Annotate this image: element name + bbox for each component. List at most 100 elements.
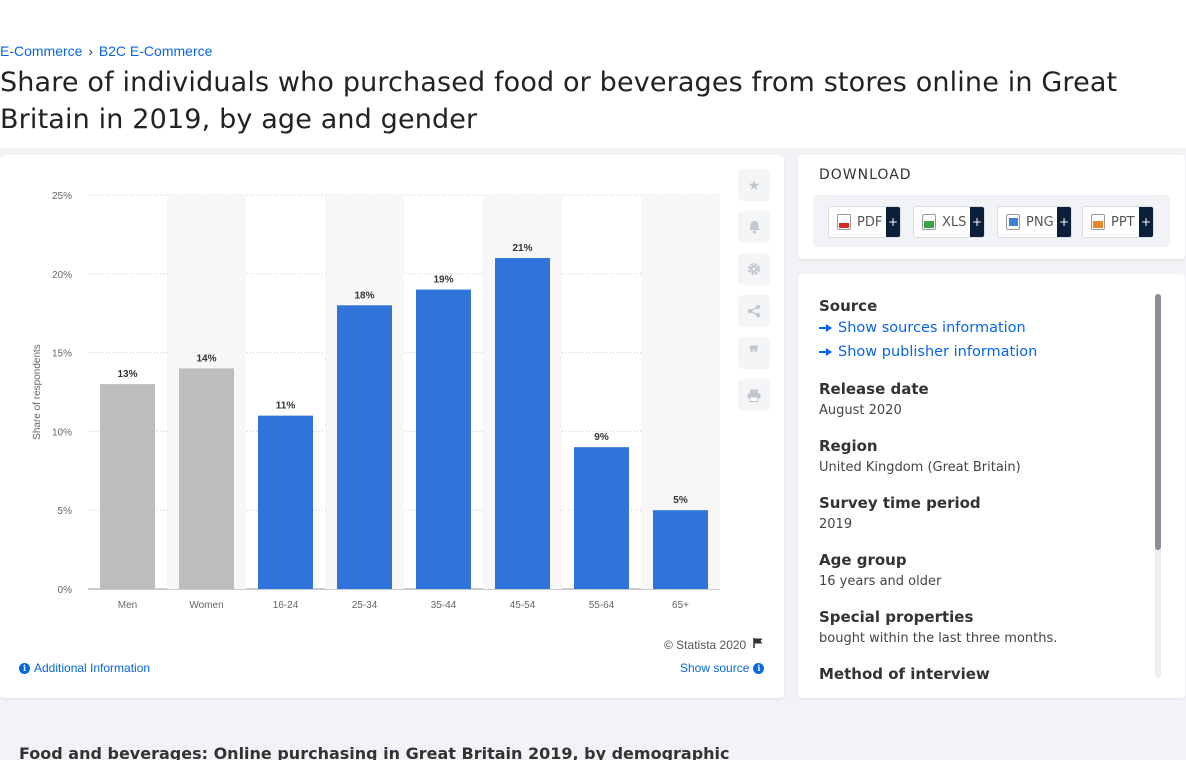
y-axis-label: Share of respondents xyxy=(32,344,43,440)
data-label: 18% xyxy=(354,290,374,301)
y-tick-label: 25% xyxy=(52,191,72,202)
data-label: 9% xyxy=(594,432,609,443)
download-pdf-button[interactable]: PDF + xyxy=(828,206,901,238)
download-title: DOWNLOAD xyxy=(819,167,912,183)
share-icon xyxy=(747,304,761,318)
copyright: © Statista 2020 xyxy=(664,637,764,652)
additional-information-link[interactable]: i Additional Information xyxy=(19,661,150,675)
y-tick-label: 5% xyxy=(58,506,73,517)
special-properties-value: bought within the last three months. xyxy=(819,631,1058,646)
method-label: Method of interview xyxy=(819,665,990,683)
bar-65-[interactable] xyxy=(653,510,708,589)
method-block: Method of interview xyxy=(819,664,1149,684)
special-properties-label: Special properties xyxy=(819,608,974,626)
arrow-right-icon xyxy=(819,323,833,333)
show-sources-link[interactable]: Show sources information xyxy=(819,316,1149,340)
region-value: United Kingdom (Great Britain) xyxy=(819,460,1021,475)
age-group-value: 16 years and older xyxy=(819,574,942,589)
ppt-plus-icon: + xyxy=(1139,207,1153,237)
show-sources-label: Show sources information xyxy=(838,320,1026,336)
pdf-file-icon xyxy=(837,214,851,230)
survey-period-value: 2019 xyxy=(819,517,853,532)
bar-55-64[interactable] xyxy=(574,447,629,589)
breadcrumb-separator: › xyxy=(88,43,93,59)
data-label: 14% xyxy=(196,353,216,364)
download-card: DOWNLOAD PDF + XLS + PNG + PPT + xyxy=(798,155,1185,259)
download-buttons: PDF + XLS + PNG + PPT + xyxy=(813,195,1170,247)
share-button[interactable] xyxy=(738,295,770,327)
quote-icon: ❞ xyxy=(749,343,759,363)
download-xls-button[interactable]: XLS + xyxy=(913,206,985,238)
release-date-label: Release date xyxy=(819,380,929,398)
additional-information-label: Additional Information xyxy=(34,661,151,675)
region-label: Region xyxy=(819,437,878,455)
settings-button[interactable] xyxy=(738,253,770,285)
bell-icon xyxy=(748,221,760,234)
x-tick-label: 65+ xyxy=(672,600,689,611)
data-label: 19% xyxy=(433,275,453,286)
breadcrumb-ecommerce[interactable]: E-Commerce xyxy=(0,43,82,59)
bar-45-54[interactable] xyxy=(495,258,550,589)
png-plus-icon: + xyxy=(1057,207,1071,237)
flag-icon[interactable] xyxy=(752,637,764,652)
show-source-link[interactable]: Show source i xyxy=(680,661,765,675)
breadcrumb-b2c-ecommerce[interactable]: B2C E-Commerce xyxy=(99,43,213,59)
y-tick-label: 0% xyxy=(58,585,73,596)
age-group-block: Age group 16 years and older xyxy=(819,550,1149,592)
x-tick-label: 25-34 xyxy=(352,600,378,611)
xls-label: XLS xyxy=(942,214,967,230)
info-icon: i xyxy=(19,662,30,674)
star-icon: ★ xyxy=(747,176,761,193)
y-tick-label: 10% xyxy=(52,427,72,438)
print-icon xyxy=(747,389,761,402)
ppt-file-icon xyxy=(1091,214,1105,230)
survey-period-label: Survey time period xyxy=(819,494,981,512)
favorite-button[interactable]: ★ xyxy=(738,169,770,201)
bar-chart: 0% 5% 10% 15% 20% 25% 13% Men 14% Women 11% 16-24 18… xyxy=(32,191,720,611)
data-label: 21% xyxy=(512,243,532,254)
png-file-icon xyxy=(1006,214,1020,230)
bar-35-44[interactable] xyxy=(416,289,471,589)
x-tick-label: 35-44 xyxy=(431,600,457,611)
breadcrumb: E-Commerce › B2C E-Commerce xyxy=(0,43,212,59)
bar-25-34[interactable] xyxy=(337,305,392,589)
chart-card: 0% 5% 10% 15% 20% 25% 13% Men 14% Women 11% 16-24 18… xyxy=(0,155,784,698)
ppt-label: PPT xyxy=(1111,214,1135,230)
y-tick-label: 20% xyxy=(52,270,72,281)
region-block: Region United Kingdom (Great Britain) xyxy=(819,436,1149,478)
xls-file-icon xyxy=(922,214,936,230)
release-date-block: Release date August 2020 xyxy=(819,379,1149,421)
show-publisher-link[interactable]: Show publisher information xyxy=(819,340,1149,364)
gear-icon xyxy=(748,263,760,275)
x-tick-label: 55-64 xyxy=(589,600,615,611)
x-tick-label: Men xyxy=(118,600,137,611)
x-tick-label: 45-54 xyxy=(510,600,536,611)
download-png-button[interactable]: PNG + xyxy=(997,206,1072,238)
statistic-info: Source Show sources information Show pub… xyxy=(819,296,1149,698)
citation-button[interactable]: ❞ xyxy=(738,337,770,369)
source-label: Source xyxy=(819,297,878,315)
y-tick-label: 15% xyxy=(52,349,72,360)
bar-men[interactable] xyxy=(100,384,155,589)
download-ppt-button[interactable]: PPT + xyxy=(1082,206,1154,238)
chart-toolbar: ★ ❞ xyxy=(738,169,772,421)
bar-women[interactable] xyxy=(179,368,234,589)
age-group-label: Age group xyxy=(819,551,907,569)
pdf-label: PDF xyxy=(857,214,883,230)
statistic-info-card: Source Show sources information Show pub… xyxy=(798,274,1185,698)
x-tick-label: 16-24 xyxy=(273,600,299,611)
notification-button[interactable] xyxy=(738,211,770,243)
show-source-label: Show source xyxy=(680,661,750,675)
copyright-text: © Statista 2020 xyxy=(664,637,747,652)
special-properties-block: Special properties bought within the las… xyxy=(819,607,1149,649)
page-title: Share of individuals who purchased food … xyxy=(0,67,1118,135)
pdf-plus-icon: + xyxy=(886,207,900,237)
data-label: 5% xyxy=(673,495,688,506)
show-publisher-label: Show publisher information xyxy=(838,344,1038,360)
arrow-right-icon xyxy=(819,347,833,357)
bar-16-24[interactable] xyxy=(258,415,313,589)
print-button[interactable] xyxy=(738,379,770,411)
data-label: 11% xyxy=(276,401,296,412)
info-scrollbar-thumb[interactable] xyxy=(1155,294,1161,550)
related-section-title: Food and beverages: Online purchasing in… xyxy=(19,744,730,760)
